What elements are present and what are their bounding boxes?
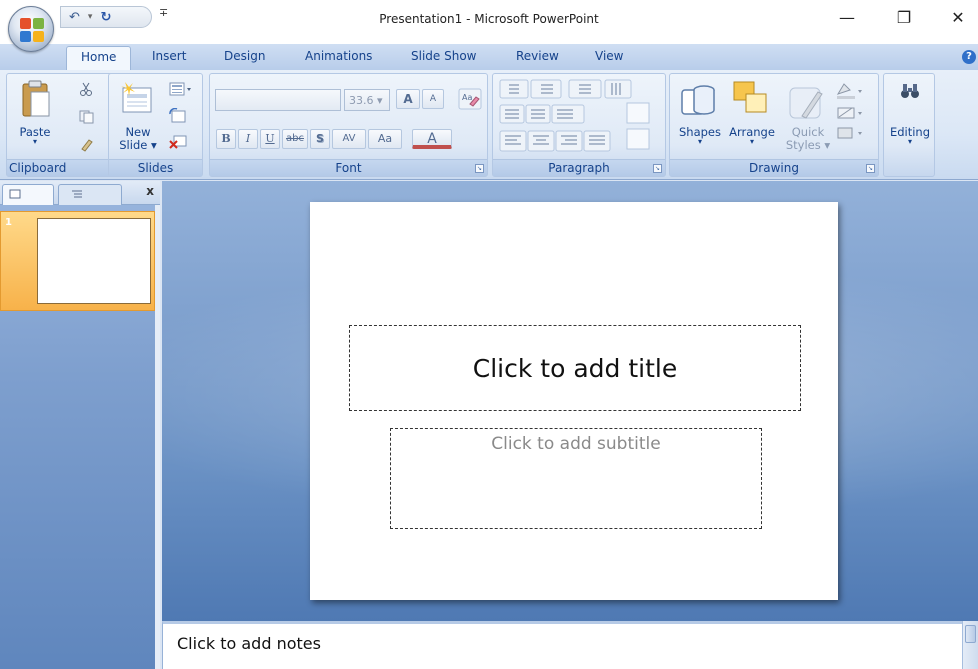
shapes-icon[interactable]: [680, 80, 718, 120]
font-name-combo[interactable]: [215, 89, 341, 111]
grow-font-button[interactable]: A: [396, 89, 420, 109]
help-icon[interactable]: ?: [962, 50, 976, 64]
tab-insert[interactable]: Insert: [152, 49, 186, 63]
paste-icon[interactable]: [21, 80, 51, 120]
font-launcher-icon[interactable]: ↘: [475, 164, 484, 173]
reset-slide-icon[interactable]: [169, 108, 187, 124]
shapes-dropdown-icon[interactable]: ▾: [674, 137, 726, 146]
strikethrough-button[interactable]: abc: [282, 129, 308, 149]
notes-scrollbar[interactable]: [962, 621, 978, 669]
slides-group-label: Slides: [109, 159, 202, 176]
layout-icon[interactable]: [169, 82, 193, 98]
tab-slides-thumbnails[interactable]: [2, 184, 54, 205]
office-button[interactable]: [8, 6, 54, 52]
copy-icon[interactable]: [79, 110, 95, 124]
character-spacing-button[interactable]: AV: [332, 129, 366, 149]
font-size-combo[interactable]: 33.6 ▾: [344, 89, 390, 111]
tab-home[interactable]: Home: [66, 46, 132, 72]
quick-styles-label-2[interactable]: Styles ▾: [780, 138, 836, 152]
slide-workspace: Click to add title Click to add subtitle: [162, 181, 978, 621]
quick-styles-icon[interactable]: [788, 82, 828, 122]
arrange-dropdown-icon[interactable]: ▾: [726, 137, 778, 146]
clear-formatting-icon[interactable]: Aa: [458, 88, 482, 110]
underline-button[interactable]: U: [260, 129, 280, 149]
slide-thumbnail[interactable]: [37, 218, 151, 304]
slide-number: 1: [5, 217, 12, 228]
quick-styles-label-1[interactable]: Quick: [780, 125, 836, 139]
office-logo-icon: [20, 18, 44, 42]
slides-view-icon: [9, 189, 21, 199]
tab-outline[interactable]: [58, 184, 122, 205]
shape-format-icons[interactable]: [834, 80, 870, 144]
tab-animations[interactable]: Animations: [305, 49, 372, 63]
font-color-button[interactable]: A: [412, 129, 452, 149]
title-placeholder[interactable]: Click to add title: [349, 325, 801, 411]
cut-icon[interactable]: [79, 82, 93, 96]
ribbon-tabs: Home Insert Design Animations Slide Show…: [0, 44, 978, 72]
text-shadow-button[interactable]: S: [310, 129, 330, 149]
italic-button[interactable]: I: [238, 129, 258, 149]
editing-dropdown-icon[interactable]: ▾: [884, 137, 936, 146]
change-case-button[interactable]: Aa: [368, 129, 402, 149]
notes-pane[interactable]: Click to add notes: [162, 621, 962, 669]
slide-thumbnail-row[interactable]: 1: [0, 211, 155, 311]
minimize-button[interactable]: —: [832, 8, 862, 27]
paste-dropdown-icon[interactable]: ▾: [13, 137, 57, 146]
drawing-group-label: Drawing: [670, 159, 878, 176]
slides-pane: x 1: [0, 181, 160, 669]
close-pane-icon[interactable]: x: [146, 184, 154, 198]
subtitle-placeholder[interactable]: Click to add subtitle: [390, 428, 762, 529]
tab-review[interactable]: Review: [516, 49, 559, 63]
new-slide-icon[interactable]: [117, 80, 155, 118]
bold-button[interactable]: B: [216, 129, 236, 149]
paragraph-launcher-icon[interactable]: ↘: [653, 164, 662, 173]
slide-canvas[interactable]: Click to add title Click to add subtitle: [310, 202, 838, 600]
new-slide-label-2[interactable]: Slide ▾: [111, 138, 165, 152]
delete-slide-icon[interactable]: [169, 134, 187, 150]
binoculars-icon[interactable]: [900, 82, 920, 100]
group-paragraph: Paragraph ↘: [492, 73, 666, 177]
new-slide-label-1[interactable]: New: [111, 125, 165, 139]
title-bar: ↶ ▾ ↻ ∓ Presentation1 - Microsoft PowerP…: [0, 0, 978, 52]
close-button[interactable]: ✕: [943, 8, 973, 27]
font-group-label: Font: [210, 159, 487, 176]
shrink-font-button[interactable]: A: [422, 89, 444, 109]
slides-pane-tabs: x: [0, 181, 160, 205]
paragraph-controls-icon[interactable]: [499, 79, 661, 155]
format-painter-icon[interactable]: [79, 136, 95, 152]
arrange-icon[interactable]: [732, 80, 770, 120]
group-font: 33.6 ▾ A A Aa B I U abc S AV Aa A Font ↘: [209, 73, 488, 177]
group-drawing: Shapes ▾ Arrange ▾ Quick Styles ▾ Drawin…: [669, 73, 879, 177]
ribbon: Paste ▾ Clipboard ↘ New Slide ▾: [0, 70, 978, 180]
svg-text:Aa: Aa: [462, 93, 472, 102]
restore-button[interactable]: ❐: [889, 8, 919, 27]
group-slides: New Slide ▾ Slides: [108, 73, 203, 177]
paragraph-group-label: Paragraph: [493, 159, 665, 176]
drawing-launcher-icon[interactable]: ↘: [866, 164, 875, 173]
notes-scrollbar-thumb[interactable]: [965, 625, 976, 643]
tab-design[interactable]: Design: [224, 49, 265, 63]
clipboard-label-text: Clipboard: [9, 161, 67, 175]
group-editing: Editing ▾: [883, 73, 935, 177]
tab-view[interactable]: View: [595, 49, 623, 63]
outline-view-icon: [72, 190, 82, 198]
slides-pane-divider[interactable]: [155, 205, 160, 669]
tab-slide-show[interactable]: Slide Show: [411, 49, 476, 63]
